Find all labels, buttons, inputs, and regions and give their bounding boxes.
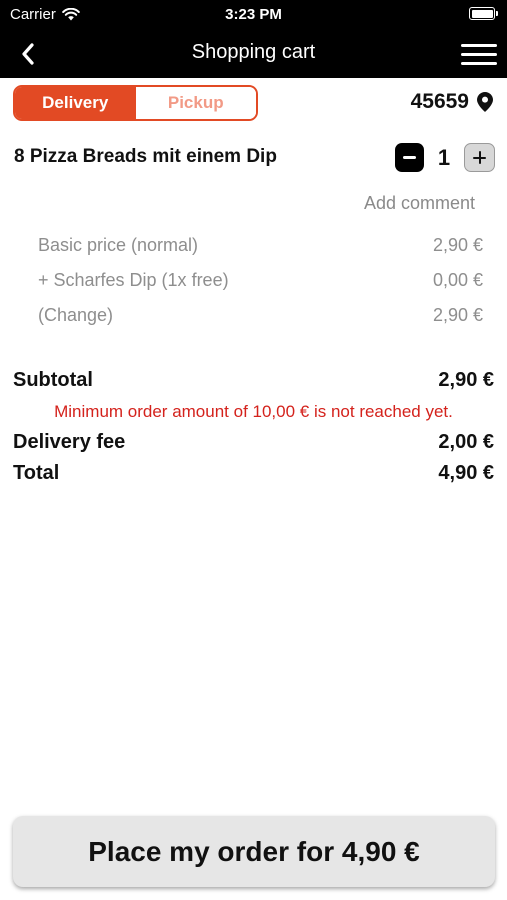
hamburger-menu-icon[interactable]: [461, 38, 497, 70]
page-title: Shopping cart: [191, 41, 316, 63]
price-line-value: 0,00 €: [432, 270, 483, 290]
pickup-tab[interactable]: Pickup: [135, 87, 256, 119]
order-summary: Subtotal 2,90 € Minimum order amount of …: [13, 365, 494, 489]
quantity-stepper: 1: [395, 143, 495, 172]
minimum-order-warning: Minimum order amount of 10,00 € is not r…: [54, 401, 453, 421]
price-line-label: Basic price (normal): [38, 235, 199, 255]
delivery-tab[interactable]: Delivery: [15, 87, 136, 119]
delivery-fee-value: 2,00 €: [438, 431, 494, 453]
price-line-label: + Scharfes Dip (1x free): [38, 270, 229, 290]
subtotal-label: Subtotal: [13, 369, 93, 391]
decrease-quantity-button[interactable]: [395, 143, 424, 172]
price-line: + Scharfes Dip (1x free) 0,00 €: [38, 263, 483, 298]
quantity-value: 1: [437, 144, 451, 170]
cart-item-name: 8 Pizza Breads mit einem Dip: [14, 146, 277, 167]
price-line-value: 2,90 €: [432, 235, 483, 255]
price-line: Basic price (normal) 2,90 €: [38, 228, 483, 263]
postal-code: 45659: [410, 90, 469, 113]
add-comment-link[interactable]: Add comment: [364, 193, 475, 214]
location-pin-icon: [477, 92, 493, 112]
price-line-value: 2,90 €: [432, 305, 483, 325]
status-bar: Carrier 3:23 PM: [0, 0, 507, 30]
price-line-label: (Change): [38, 305, 114, 325]
clock: 3:23 PM: [225, 6, 282, 23]
price-line: (Change) 2,90 €: [38, 298, 483, 333]
delivery-fee-label: Delivery fee: [13, 431, 126, 453]
delivery-fee-row: Delivery fee 2,00 €: [13, 427, 494, 458]
subtotal-value: 2,90 €: [438, 369, 494, 391]
total-row: Total 4,90 €: [13, 458, 494, 489]
subtotal-row: Subtotal 2,90 €: [13, 365, 494, 396]
price-breakdown: Basic price (normal) 2,90 € + Scharfes D…: [38, 228, 483, 333]
order-type-toggle: Delivery Pickup: [13, 85, 258, 121]
battery-icon: [469, 7, 498, 20]
increase-quantity-button[interactable]: [464, 143, 495, 172]
delivery-location[interactable]: 45659: [411, 90, 493, 114]
navigation-bar: Shopping cart: [0, 30, 507, 78]
total-label: Total: [13, 462, 60, 484]
total-value: 4,90 €: [438, 462, 494, 484]
place-order-button[interactable]: Place my order for 4,90 €: [13, 816, 495, 887]
